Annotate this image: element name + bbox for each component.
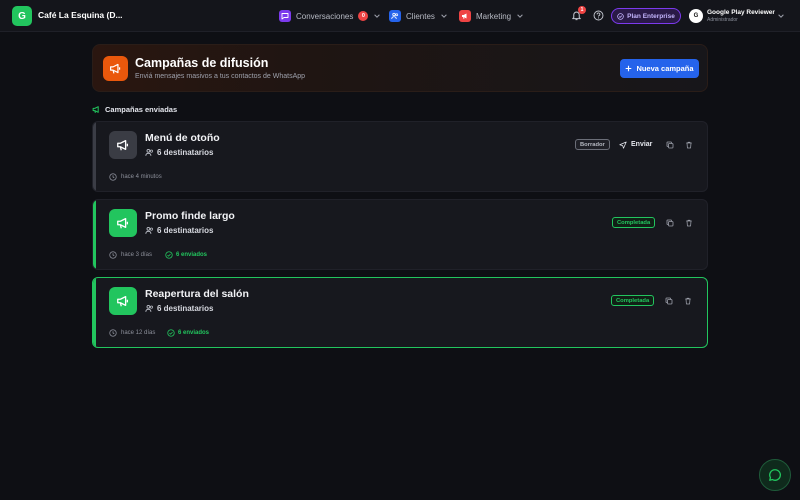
campaign-time: hace 3 días (109, 251, 152, 259)
send-label: Enviar (631, 141, 653, 148)
user-name[interactable]: Google Play Reviewer (707, 9, 775, 16)
section-title-label: Campañas enviadas (105, 104, 178, 114)
plan-label: Plan Enterprise (627, 12, 675, 20)
nav-marketing-label: Marketing (476, 11, 512, 21)
copy-icon[interactable] (665, 297, 673, 305)
user-role: Administrador (707, 17, 738, 23)
clock-icon (109, 329, 117, 337)
business-name[interactable]: Café La Esquina (D... (38, 10, 123, 20)
page-title: Campañas de difusión (135, 56, 269, 70)
nav-conversaciones-label: Conversaciones (296, 11, 354, 21)
clock-icon (109, 173, 117, 181)
copy-icon[interactable] (666, 219, 674, 227)
campaign-card[interactable]: Promo finde largo 6 destinatarios hace 3… (92, 199, 708, 270)
time-label: hace 12 días (121, 330, 156, 336)
users-icon (145, 226, 153, 234)
recipients-label: 6 destinatarios (157, 304, 214, 313)
notification-count-badge: 1 (578, 6, 586, 14)
plan-enterprise-badge[interactable]: Plan Enterprise (611, 8, 681, 24)
brand-logo[interactable]: G (12, 6, 32, 26)
section-title: Campañas enviadas (92, 104, 177, 114)
users-icon (389, 10, 401, 22)
card-accent (93, 200, 96, 269)
sent-count: 6 enviados (165, 251, 207, 259)
send-button[interactable]: Enviar (619, 139, 652, 150)
check-circle-icon (167, 329, 175, 337)
sent-count: 6 enviados (167, 329, 209, 337)
nav-clientes-label: Clientes (406, 11, 435, 21)
copy-icon[interactable] (666, 141, 674, 149)
check-circle-icon (165, 251, 173, 259)
top-navbar: G Café La Esquina (D... Conversaciones 0… (0, 0, 800, 32)
nav-marketing[interactable]: Marketing (459, 9, 524, 23)
card-accent (93, 278, 96, 347)
chat-icon (279, 10, 291, 22)
megaphone-icon (459, 10, 471, 22)
megaphone-icon (109, 287, 137, 315)
users-icon (145, 304, 153, 312)
page-subtitle: Enviá mensajes masivos a tus contactos d… (135, 73, 306, 80)
send-icon (619, 141, 627, 149)
time-label: hace 4 minutos (121, 174, 162, 180)
campaign-title: Menú de otoño (145, 132, 220, 144)
recipients-label: 6 destinatarios (157, 148, 214, 157)
help-icon[interactable] (593, 10, 604, 21)
campaign-card[interactable]: Menú de otoño 6 destinatarios hace 4 min… (92, 121, 708, 192)
megaphone-icon (103, 56, 128, 81)
campaigns-header: Campañas de difusión Enviá mensajes masi… (92, 44, 708, 92)
clock-icon (109, 251, 117, 259)
campaign-card[interactable]: Reapertura del salón 6 destinatarios hac… (92, 277, 708, 348)
trash-icon[interactable] (685, 219, 693, 227)
users-icon (145, 148, 153, 156)
chevron-down-icon[interactable] (777, 12, 785, 20)
plus-icon (626, 65, 632, 72)
card-accent (93, 122, 96, 191)
chevron-down-icon (441, 14, 447, 18)
conversaciones-count-badge: 0 (358, 11, 369, 21)
megaphone-icon (109, 209, 137, 237)
campaign-recipients: 6 destinatarios (145, 148, 213, 157)
new-campaign-label: Nueva campaña (636, 64, 694, 73)
campaign-recipients: 6 destinatarios (145, 304, 213, 313)
megaphone-icon (109, 131, 137, 159)
campaign-title: Promo finde largo (145, 210, 235, 222)
nav-conversaciones[interactable]: Conversaciones 0 (279, 9, 381, 23)
recipients-label: 6 destinatarios (157, 226, 214, 235)
avatar[interactable]: G (689, 9, 703, 23)
status-badge: Completada (612, 217, 656, 228)
status-badge: Completada (611, 295, 655, 306)
sent-label: 6 enviados (178, 330, 210, 336)
campaign-time: hace 4 minutos (109, 173, 162, 181)
chat-bubble-icon (769, 469, 781, 481)
time-label: hace 3 días (121, 252, 153, 258)
nav-clientes[interactable]: Clientes (389, 9, 448, 23)
check-circle-icon (617, 12, 624, 20)
campaign-recipients: 6 destinatarios (145, 226, 213, 235)
campaign-time: hace 12 días (109, 329, 155, 337)
chevron-down-icon (374, 14, 381, 18)
megaphone-icon (92, 105, 99, 113)
new-campaign-button[interactable]: Nueva campaña (620, 59, 699, 78)
status-badge: Borrador (575, 139, 610, 150)
sent-label: 6 enviados (176, 252, 208, 258)
trash-icon[interactable] (684, 297, 692, 305)
chevron-down-icon (517, 14, 523, 18)
campaign-title: Reapertura del salón (145, 288, 249, 300)
trash-icon[interactable] (685, 141, 693, 149)
chat-support-button[interactable] (759, 459, 791, 491)
